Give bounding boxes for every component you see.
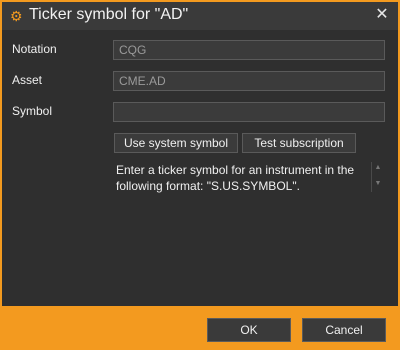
symbol-label: Symbol [12, 104, 53, 118]
notation-field[interactable]: CQG [113, 40, 385, 60]
notation-label: Notation [12, 42, 57, 56]
ticker-symbol-dialog: ⚙ Ticker symbol for "AD" ✕ Notation CQG … [2, 2, 398, 348]
cancel-button[interactable]: Cancel [302, 318, 386, 342]
scroll-up-icon[interactable]: ▲ [374, 164, 382, 172]
symbol-input[interactable] [113, 102, 385, 122]
dialog-footer: OK Cancel [2, 306, 398, 348]
asset-label: Asset [12, 73, 43, 87]
gear-icon: ⚙ [10, 8, 23, 24]
asset-field[interactable]: CME.AD [113, 71, 385, 91]
help-scrollbar[interactable]: ▲ ▼ [371, 162, 384, 192]
ok-button[interactable]: OK [207, 318, 291, 342]
dialog-title: Ticker symbol for "AD" [29, 6, 189, 23]
test-subscription-button[interactable]: Test subscription [242, 133, 356, 153]
title-bar: ⚙ Ticker symbol for "AD" ✕ [2, 2, 398, 30]
close-button[interactable]: ✕ [374, 7, 390, 23]
scroll-down-icon[interactable]: ▼ [374, 180, 382, 188]
use-system-symbol-button[interactable]: Use system symbol [114, 133, 238, 153]
dialog-content: Notation CQG Asset CME.AD Symbol Use sys… [2, 30, 398, 306]
help-text: Enter a ticker symbol for an instrument … [116, 163, 355, 193]
